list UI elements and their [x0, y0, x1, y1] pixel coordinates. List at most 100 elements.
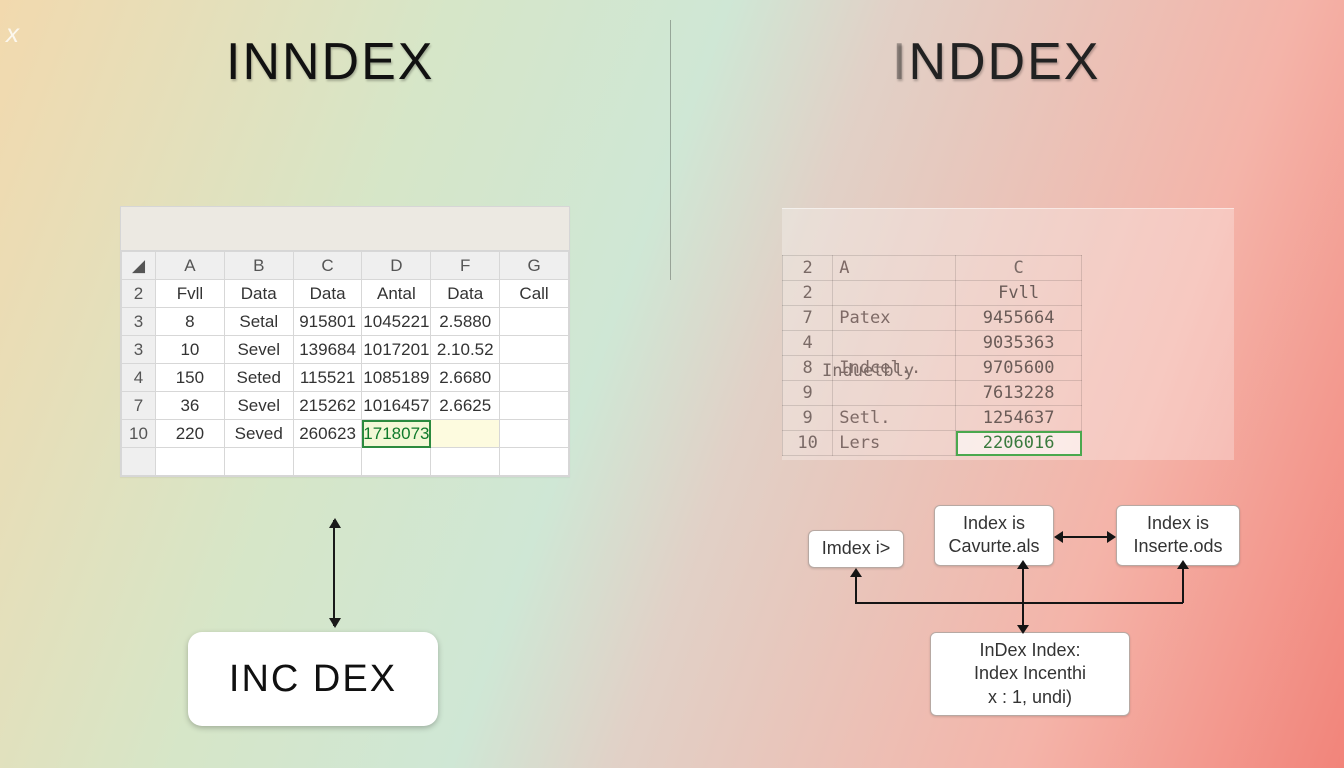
vertical-divider: [670, 20, 671, 280]
cell[interactable]: [500, 420, 569, 448]
table-header-row: 2 A C: [783, 256, 1082, 281]
cell[interactable]: [500, 392, 569, 420]
cell[interactable]: 115521: [293, 364, 362, 392]
row-header[interactable]: 2: [783, 281, 833, 306]
cell-selected[interactable]: 2206016: [956, 431, 1082, 456]
diagram-node-2-line1: Index is: [963, 512, 1025, 535]
cell[interactable]: 7613228: [956, 381, 1082, 406]
col-header[interactable]: A: [156, 252, 225, 280]
row-header[interactable]: 4: [783, 331, 833, 356]
col-header[interactable]: D: [362, 252, 431, 280]
row-header[interactable]: 9: [783, 381, 833, 406]
col-header[interactable]: G: [500, 252, 569, 280]
cell[interactable]: 1017201: [362, 336, 431, 364]
cell[interactable]: Patex: [833, 306, 956, 331]
row-header[interactable]: 3: [122, 336, 156, 364]
table-row[interactable]: 9 7613228: [783, 381, 1082, 406]
cell[interactable]: [500, 336, 569, 364]
row-header[interactable]: 10: [783, 431, 833, 456]
row-header[interactable]: 7: [122, 392, 156, 420]
cell[interactable]: Fvll: [156, 280, 225, 308]
diagram-node-2: Index is Cavurte.als: [934, 505, 1054, 566]
canvas: x INNDEX INDDEX ◢ A B C D F G 2 Fvll Dat…: [0, 0, 1344, 768]
cell[interactable]: Indcel..: [833, 356, 956, 381]
cell[interactable]: 9705600: [956, 356, 1082, 381]
spreadsheet-right-grid[interactable]: 2 A C 2 Fvll 7 Patex 9455664 4 9035363 8: [782, 255, 1082, 456]
cell[interactable]: Fvll: [956, 281, 1082, 306]
cell[interactable]: 150: [156, 364, 225, 392]
cell[interactable]: 915801: [293, 308, 362, 336]
cell[interactable]: 1254637: [956, 406, 1082, 431]
cell[interactable]: Sevel: [224, 392, 293, 420]
cell[interactable]: Antal: [362, 280, 431, 308]
table-row[interactable]: 2 Fvll: [783, 281, 1082, 306]
cell[interactable]: Setl.: [833, 406, 956, 431]
table-row[interactable]: 4 150 Seted 115521 1085189 2.6680: [122, 364, 569, 392]
table-row[interactable]: 7 36 Sevel 215262 1016457 2.6625: [122, 392, 569, 420]
cell[interactable]: 2.6625: [431, 392, 500, 420]
table-row[interactable]: 4 9035363: [783, 331, 1082, 356]
table-row[interactable]: 8 Indcel.. 9705600: [783, 356, 1082, 381]
cell[interactable]: [833, 381, 956, 406]
cell[interactable]: Call: [500, 280, 569, 308]
cell[interactable]: [833, 331, 956, 356]
diagram-node-1: Imdex i>: [808, 530, 904, 568]
cell[interactable]: 9455664: [956, 306, 1082, 331]
cell[interactable]: Data: [431, 280, 500, 308]
cell[interactable]: 139684: [293, 336, 362, 364]
table-row[interactable]: 9 Setl. 1254637: [783, 406, 1082, 431]
title-right-fade: I: [892, 33, 908, 91]
trail-row: [122, 448, 569, 476]
col-header[interactable]: C: [293, 252, 362, 280]
cell[interactable]: 36: [156, 392, 225, 420]
cell-selected[interactable]: 1718073: [362, 420, 431, 448]
cell[interactable]: [500, 308, 569, 336]
spreadsheet-left-grid[interactable]: ◢ A B C D F G 2 Fvll Data Data Antal Dat…: [121, 251, 569, 476]
cell[interactable]: 9035363: [956, 331, 1082, 356]
table-row[interactable]: 3 10 Sevel 139684 1017201 2.10.52: [122, 336, 569, 364]
row-header[interactable]: 7: [783, 306, 833, 331]
col-header[interactable]: B: [224, 252, 293, 280]
cell[interactable]: Seved: [224, 420, 293, 448]
cell[interactable]: 2.5880: [431, 308, 500, 336]
diagram-node-3-line2: Inserte.ods: [1133, 535, 1222, 558]
cell[interactable]: [500, 364, 569, 392]
cell[interactable]: 215262: [293, 392, 362, 420]
row-header[interactable]: 9: [783, 406, 833, 431]
col-header[interactable]: A: [833, 256, 956, 281]
table-row[interactable]: 3 8 Setal 915801 1045221 2.5880: [122, 308, 569, 336]
table-row[interactable]: 10 220 Seved 260623 1718073: [122, 420, 569, 448]
cell[interactable]: Setal: [224, 308, 293, 336]
table-row[interactable]: 10 Lers 2206016: [783, 431, 1082, 456]
cell[interactable]: 1016457: [362, 392, 431, 420]
cell[interactable]: 260623: [293, 420, 362, 448]
row-header[interactable]: 10: [122, 420, 156, 448]
cell[interactable]: 220: [156, 420, 225, 448]
cell[interactable]: 8: [156, 308, 225, 336]
cell[interactable]: Data: [224, 280, 293, 308]
table-row[interactable]: 2 Fvll Data Data Antal Data Call: [122, 280, 569, 308]
cell[interactable]: 1045221: [362, 308, 431, 336]
spreadsheet-left: ◢ A B C D F G 2 Fvll Data Data Antal Dat…: [120, 206, 570, 477]
col-header[interactable]: F: [431, 252, 500, 280]
table-row[interactable]: 7 Patex 9455664: [783, 306, 1082, 331]
diagram-node-3-line1: Index is: [1147, 512, 1209, 535]
diagram-node-4: InDex Index: Index Incenthi x : 1, undi): [930, 632, 1130, 716]
row-header[interactable]: 8: [783, 356, 833, 381]
row-header[interactable]: 2: [122, 280, 156, 308]
cell[interactable]: Data: [293, 280, 362, 308]
row-header[interactable]: 3: [122, 308, 156, 336]
row-header[interactable]: 2: [783, 256, 833, 281]
cell[interactable]: [431, 420, 500, 448]
cell[interactable]: Seted: [224, 364, 293, 392]
cell[interactable]: Lers: [833, 431, 956, 456]
diagram-node-2-line2: Cavurte.als: [948, 535, 1039, 558]
row-header[interactable]: 4: [122, 364, 156, 392]
col-header[interactable]: C: [956, 256, 1082, 281]
cell[interactable]: [833, 281, 956, 306]
cell[interactable]: 2.10.52: [431, 336, 500, 364]
cell[interactable]: Sevel: [224, 336, 293, 364]
cell[interactable]: 2.6680: [431, 364, 500, 392]
cell[interactable]: 10: [156, 336, 225, 364]
cell[interactable]: 1085189: [362, 364, 431, 392]
